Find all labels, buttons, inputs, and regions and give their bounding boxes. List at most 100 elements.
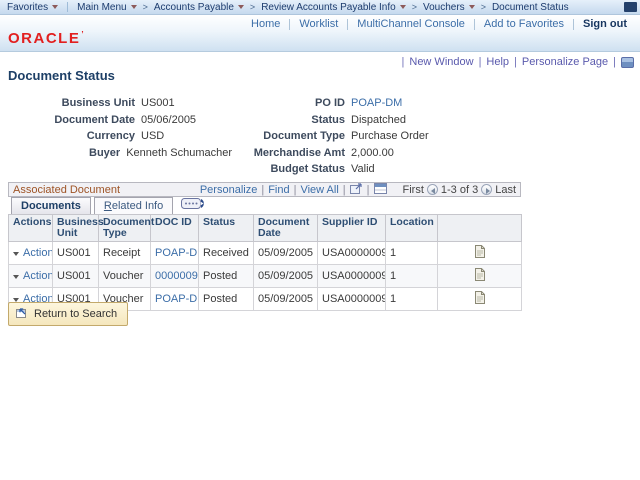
col-status[interactable]: Status: [199, 215, 254, 242]
col-document-type[interactable]: Document Type: [99, 215, 151, 242]
document-type-label: Document Type: [232, 130, 345, 142]
summary-fields-left: Business Unit US001 Document Date 05/06/…: [8, 97, 232, 180]
personalize-layout-icon[interactable]: [621, 57, 634, 68]
doc-id-link[interactable]: 00000098: [155, 270, 199, 282]
breadcrumb-review-ap-info[interactable]: Review Accounts Payable Info: [257, 2, 410, 13]
breadcrumb-vouchers[interactable]: Vouchers: [419, 2, 479, 13]
utility-divider: [613, 56, 616, 68]
cell-status: Posted: [199, 265, 254, 288]
budget-status-label: Budget Status: [232, 163, 345, 175]
col-location[interactable]: Location: [386, 215, 438, 242]
worklist-link[interactable]: Worklist: [290, 18, 347, 30]
personalize-page-link[interactable]: Personalize Page: [522, 56, 608, 68]
find-link[interactable]: Find: [268, 184, 289, 196]
zoom-grid-icon[interactable]: [350, 183, 363, 197]
add-to-favorites-link[interactable]: Add to Favorites: [475, 18, 573, 30]
cell-document-date: 05/09/2005: [254, 265, 318, 288]
doc-id-link[interactable]: POAP-DM: [155, 247, 199, 259]
row-actions-link[interactable]: Actions: [23, 247, 53, 259]
col-actions[interactable]: Actions: [9, 215, 53, 242]
return-to-search-icon: [15, 306, 28, 322]
help-link[interactable]: Help: [486, 56, 509, 68]
col-document-icon: [438, 215, 522, 242]
cell-location: 1: [386, 288, 438, 311]
actions-caret-icon[interactable]: [13, 275, 19, 279]
col-supplier-id[interactable]: Supplier ID: [318, 215, 386, 242]
view-document-icon[interactable]: [475, 249, 485, 261]
budget-status-value: Valid: [351, 163, 375, 175]
document-date-value: 05/06/2005: [141, 114, 196, 126]
page-title: Document Status: [8, 68, 115, 83]
dropdown-caret-icon: [238, 5, 244, 9]
cell-document-type: Voucher: [99, 265, 151, 288]
tab-documents[interactable]: Documents: [11, 197, 91, 214]
view-all-link[interactable]: View All: [300, 184, 338, 196]
view-document-icon[interactable]: [475, 295, 485, 307]
breadcrumb-separator-icon: [141, 2, 150, 12]
merchandise-amt-label: Merchandise Amt: [232, 147, 345, 159]
cell-document-date: 05/09/2005: [254, 242, 318, 265]
multichannel-console-link[interactable]: MultiChannel Console: [348, 18, 474, 30]
return-to-search-label: Return to Search: [34, 308, 117, 320]
grid-header-bar: Associated Document Personalize | Find |…: [8, 182, 521, 197]
show-all-columns-icon[interactable]: [181, 197, 205, 213]
dropdown-caret-icon: [469, 5, 475, 9]
header-links: Home Worklist MultiChannel Console Add t…: [242, 18, 636, 30]
first-label: First: [403, 184, 424, 196]
previous-page-icon[interactable]: [427, 184, 438, 195]
actions-caret-icon[interactable]: [13, 252, 19, 256]
status-label: Status: [232, 114, 345, 126]
row-actions-link[interactable]: Actions: [23, 270, 53, 282]
breadcrumb-divider: [67, 2, 68, 12]
col-document-date[interactable]: Document Date: [254, 215, 318, 242]
return-to-search-button[interactable]: Return to Search: [8, 302, 128, 326]
table-row: Actions US001 Voucher 00000098 Posted 05…: [9, 265, 522, 288]
oracle-logo: ORACLE: [8, 30, 85, 47]
cell-supplier-id: USA0000009: [318, 242, 386, 265]
last-label: Last: [495, 184, 516, 196]
breadcrumb: Favorites Main Menu Accounts Payable Rev…: [0, 0, 640, 15]
currency-value: USD: [141, 130, 164, 142]
view-document-icon[interactable]: [475, 272, 485, 284]
new-window-link[interactable]: New Window: [409, 56, 473, 68]
toolbar-divider: |: [343, 184, 346, 196]
cell-business-unit: US001: [53, 242, 99, 265]
toolbar-divider: |: [367, 184, 370, 196]
breadcrumb-separator-icon: [410, 2, 419, 12]
status-value: Dispatched: [351, 114, 406, 126]
doc-id-link[interactable]: POAP-DM: [155, 293, 199, 305]
download-grid-icon[interactable]: [374, 183, 387, 197]
grid-title: Associated Document: [13, 184, 120, 196]
summary-fields-right: PO ID POAP-DM Status Dispatched Document…: [232, 97, 429, 180]
row-range: 1-3 of 3: [441, 184, 478, 196]
documents-table: Actions Business Unit Document Type DOC …: [8, 214, 522, 311]
breadcrumb-separator-icon: [479, 2, 488, 12]
tab-related-info[interactable]: Related Info: [94, 197, 173, 214]
col-doc-id[interactable]: DOC ID: [151, 215, 199, 242]
business-unit-label: Business Unit: [8, 97, 135, 109]
cell-supplier-id: USA0000009: [318, 265, 386, 288]
col-business-unit[interactable]: Business Unit: [53, 215, 99, 242]
page-content: New Window Help Personalize Page Documen…: [0, 52, 640, 480]
next-page-icon[interactable]: [481, 184, 492, 195]
currency-label: Currency: [8, 130, 135, 142]
breadcrumb-corner-icon[interactable]: [624, 2, 637, 12]
dropdown-caret-icon: [131, 5, 137, 9]
cell-location: 1: [386, 265, 438, 288]
utility-divider: [479, 56, 482, 68]
dropdown-caret-icon: [400, 5, 406, 9]
favorites-menu[interactable]: Favorites: [3, 2, 62, 13]
home-link[interactable]: Home: [242, 18, 289, 30]
associated-document-grid: Associated Document Personalize | Find |…: [8, 182, 521, 311]
page-header: Home Worklist MultiChannel Console Add t…: [0, 15, 640, 52]
po-id-link[interactable]: POAP-DM: [351, 97, 402, 109]
cell-status: Posted: [199, 288, 254, 311]
breadcrumb-accounts-payable[interactable]: Accounts Payable: [150, 2, 248, 13]
personalize-grid-link[interactable]: Personalize: [200, 184, 257, 196]
sign-out-link[interactable]: Sign out: [574, 18, 636, 30]
grid-pagination: First 1-3 of 3 Last: [403, 184, 517, 196]
cell-document-type: Receipt: [99, 242, 151, 265]
utility-divider: [402, 56, 405, 68]
po-id-label: PO ID: [232, 97, 345, 109]
breadcrumb-main-menu[interactable]: Main Menu: [73, 2, 140, 13]
